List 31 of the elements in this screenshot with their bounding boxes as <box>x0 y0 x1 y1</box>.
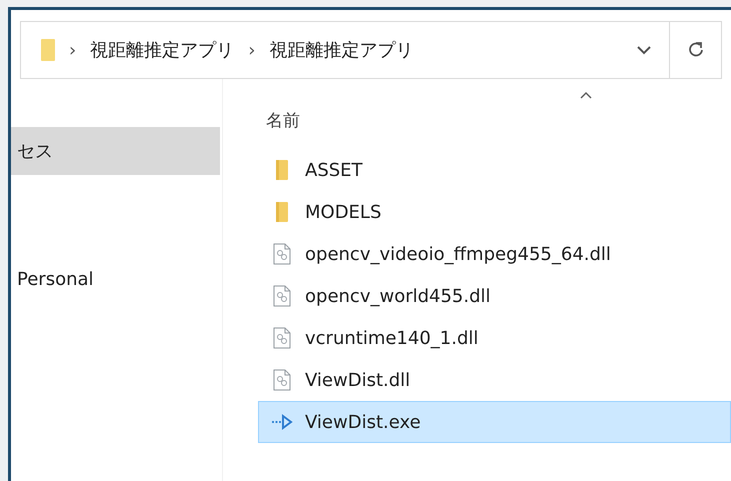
file-row[interactable]: opencv_world455.dll <box>258 275 731 317</box>
file-row[interactable]: ViewDist.dll <box>258 359 731 401</box>
file-row[interactable]: MODELS <box>258 191 731 233</box>
column-header[interactable]: 名前 <box>266 109 300 134</box>
nav-item[interactable]: セス <box>11 127 220 175</box>
file-row[interactable]: opencv_videoio_ffmpeg455_64.dll <box>258 233 731 275</box>
file-name: ViewDist.exe <box>305 410 421 434</box>
file-name: MODELS <box>305 200 382 224</box>
gear-file-icon <box>273 369 291 391</box>
breadcrumb-item[interactable]: 視距離推定アプリ <box>269 36 414 64</box>
file-name: ASSET <box>305 158 363 182</box>
file-row[interactable]: ViewDist.exe <box>258 401 731 443</box>
file-row[interactable]: ASSET <box>258 149 731 191</box>
arrow-icon <box>271 414 293 430</box>
gear-file-icon <box>273 243 291 265</box>
nav-item[interactable]: Personal <box>11 255 220 303</box>
gear-file-icon <box>273 327 291 349</box>
refresh-icon <box>686 41 704 59</box>
breadcrumb-separator: › <box>248 38 256 62</box>
gear-file-icon <box>273 285 291 307</box>
file-name: vcruntime140_1.dll <box>305 326 478 350</box>
breadcrumb-separator: › <box>69 38 76 62</box>
chevron-down-icon <box>636 45 652 55</box>
file-name: opencv_world455.dll <box>305 284 491 308</box>
file-name: ViewDist.dll <box>305 368 410 392</box>
folder-icon <box>276 202 288 222</box>
breadcrumb-item[interactable]: 視距離推定アプリ <box>90 36 234 64</box>
folder-icon <box>41 39 55 61</box>
file-row[interactable]: vcruntime140_1.dll <box>258 317 731 359</box>
folder-icon <box>276 160 288 180</box>
file-name: opencv_videoio_ffmpeg455_64.dll <box>305 242 611 266</box>
